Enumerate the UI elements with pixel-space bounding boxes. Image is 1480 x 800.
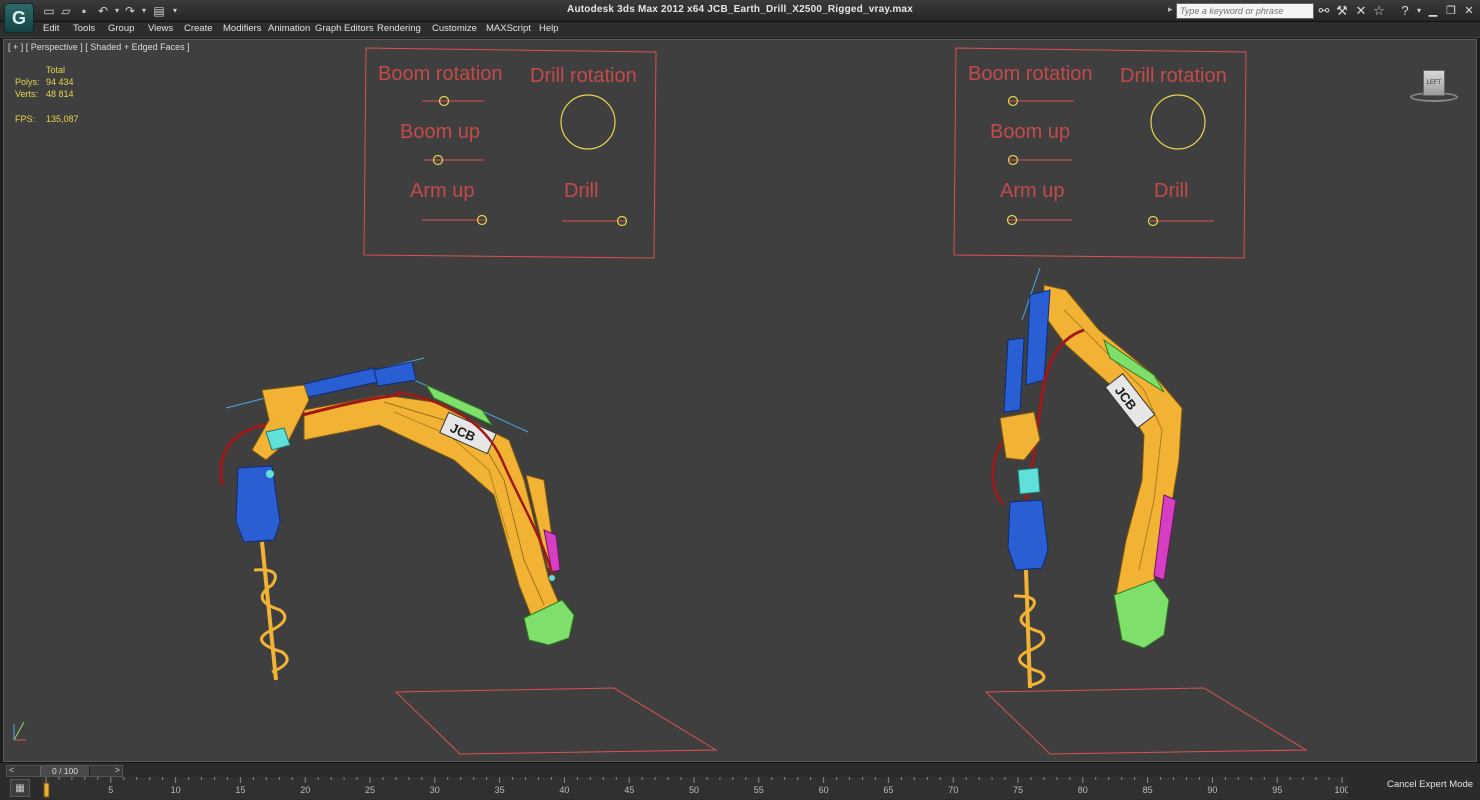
maximize-button[interactable]: ❐ [1443,3,1459,19]
ruler-tick-label: 95 [1272,785,1282,795]
binoculars-icon[interactable]: ⚯ [1316,3,1332,19]
menu-help[interactable]: Help [539,23,559,34]
label-boom-up: Boom up [990,121,1070,143]
drill-rotation-dial[interactable] [560,94,616,150]
close-button[interactable]: ✕ [1461,3,1477,19]
menu-graph-editors[interactable]: Graph Editors [315,23,374,34]
ruler-tick-label: 40 [559,785,569,795]
title-bar: G ▭ ▱ ▪ ↶ ▾ ↷ ▾ ▤ ▾ Autodesk 3ds Max 201… [0,0,1480,33]
menu-tools[interactable]: Tools [73,23,95,34]
stats-verts-value: 48 814 [46,89,74,99]
menu-rendering[interactable]: Rendering [377,23,421,34]
axis-gizmo [13,721,26,741]
label-drill-rotation: Drill rotation [530,65,637,87]
time-slider[interactable]: < 0 / 100 > [6,765,123,777]
search-collapse-icon[interactable]: ▸ [1168,4,1173,15]
viewport-scene[interactable]: Boom rotation Drill rotation Boom up Arm… [4,40,1476,761]
viewcube-face-left[interactable]: LEFT [1423,70,1445,96]
ground-plane-helper [984,687,1308,755]
label-boom-rotation: Boom rotation [968,63,1093,85]
label-arm-up: Arm up [1000,180,1064,202]
ruler-tick-label: 65 [883,785,893,795]
app-window: G ▭ ▱ ▪ ↶ ▾ ↷ ▾ ▤ ▾ Autodesk 3ds Max 201… [0,0,1480,800]
current-frame-marker[interactable] [43,782,50,798]
label-arm-up: Arm up [410,180,474,202]
ruler-tick-label: 45 [624,785,634,795]
label-boom-up: Boom up [400,121,480,143]
timeline-area: < 0 / 100 > ▦ 5 10 15 20 25 30 35 40 45 50 55 60 65 7… [0,762,1480,800]
stats-fps-label: FPS: [15,114,36,124]
drill-rig-model-right[interactable]: JCB [984,267,1308,755]
label-drill: Drill [564,180,598,202]
stats-verts-label: Verts: [15,89,39,99]
favorites-star-icon[interactable]: ☆ [1371,3,1387,19]
label-drill: Drill [1154,180,1188,202]
drill-rig-model-left[interactable]: JCB [219,357,718,755]
viewport-label-menu[interactable]: [ + ] [ Perspective ] [ Shaded + Edged F… [8,42,190,52]
rig-control-panel-right: Boom rotation Drill rotation Boom up Arm… [953,47,1247,259]
ruler-tick-label: 5 [108,785,113,795]
ruler-tick-label: 60 [819,785,829,795]
menu-modifiers[interactable]: Modifiers [223,23,262,34]
ruler-tick-label: 30 [430,785,440,795]
ruler-tick-label: 35 [495,785,505,795]
time-slider-next-icon[interactable]: > [115,765,120,775]
stats-polys-value: 94 434 [46,77,74,87]
ruler-tick-label: 80 [1078,785,1088,795]
ruler-tick-label: 90 [1207,785,1217,795]
label-drill-rotation: Drill rotation [1120,65,1227,87]
ground-plane-helper [394,687,718,755]
label-boom-rotation: Boom rotation [378,63,503,85]
ruler-tick-label: 20 [300,785,310,795]
menu-animation[interactable]: Animation [268,23,310,34]
ruler-tick-label: 10 [171,785,181,795]
menu-bar: Edit Tools Group Views Create Modifiers … [0,22,1480,38]
ruler-tick-label: 25 [365,785,375,795]
communication-icon[interactable]: ✕ [1353,3,1369,19]
viewcube[interactable]: LEFT [1406,68,1462,102]
menu-group[interactable]: Group [108,23,134,34]
ruler-tick-label: 50 [689,785,699,795]
mini-curve-editor-icon[interactable]: ▦ [10,779,30,797]
ruler-tick-label: 85 [1143,785,1153,795]
menu-views[interactable]: Views [148,23,173,34]
stats-total-label: Total [46,65,66,75]
application-button[interactable]: G [4,3,34,33]
search-input[interactable] [1176,3,1314,19]
ruler-tick-label: 70 [948,785,958,795]
ruler-tick-label: 15 [235,785,245,795]
track-bar-ruler: 5 10 15 20 25 30 35 40 45 50 55 60 65 70 75 80 85 90 95 100 [43,777,1350,798]
perspective-viewport[interactable]: Boom rotation Drill rotation Boom up Arm… [3,39,1477,762]
rig-control-panel-left: Boom rotation Drill rotation Boom up Arm… [363,47,657,259]
time-slider-handle[interactable]: 0 / 100 [40,766,90,776]
menu-create[interactable]: Create [184,23,213,34]
ruler-tick-label: 75 [1013,785,1023,795]
drill-rotation-dial[interactable] [1150,94,1206,150]
minimize-button[interactable]: ▁ [1425,3,1441,19]
time-slider-prev-icon[interactable]: < [9,765,14,775]
stats-polys-label: Polys: [15,77,40,87]
track-bar[interactable]: 5 10 15 20 25 30 35 40 45 50 55 60 65 70 75 80 85 90 95 100 [42,777,1350,799]
ruler-tick-label: 100 [1334,785,1348,795]
menu-edit[interactable]: Edit [43,23,59,34]
ruler-tick-label: 55 [754,785,764,795]
cancel-expert-mode-button[interactable]: Cancel Expert Mode [1386,777,1474,793]
menu-customize[interactable]: Customize [432,23,477,34]
stats-fps-value: 135,087 [46,114,79,124]
menu-maxscript[interactable]: MAXScript [486,23,531,34]
subscription-icon[interactable]: ⚒ [1334,3,1350,19]
